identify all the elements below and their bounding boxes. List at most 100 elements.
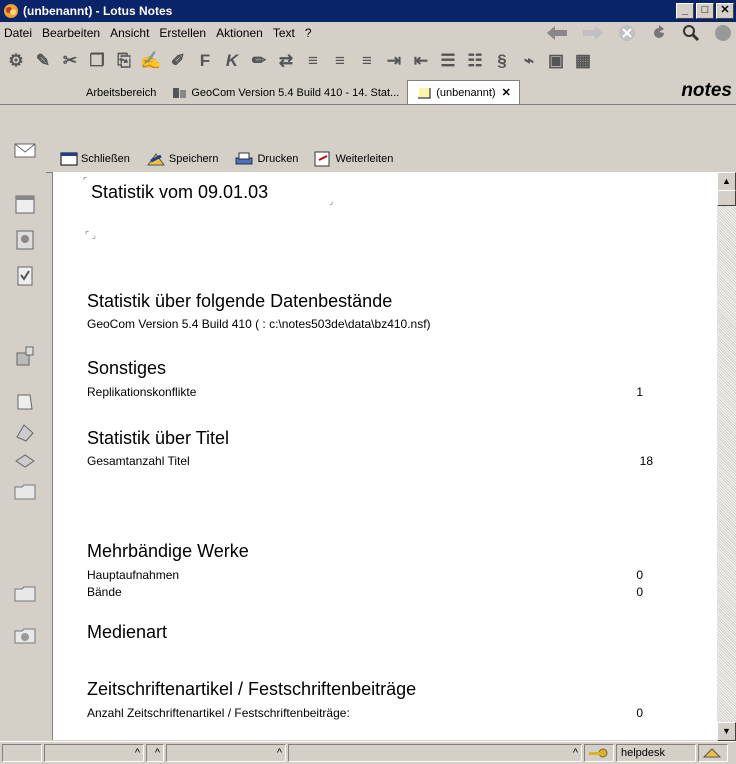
stop-icon[interactable] <box>618 24 636 42</box>
folder-icon[interactable] <box>13 480 37 504</box>
close-button[interactable]: ✕ <box>716 3 734 19</box>
minimize-button[interactable]: _ <box>676 3 694 19</box>
scroll-down-icon[interactable]: ▼ <box>717 722 736 741</box>
close-document-icon <box>60 152 78 166</box>
indent-icon[interactable]: ⇥ <box>383 50 405 72</box>
status-pane[interactable]: ^ <box>44 744 144 762</box>
status-pane[interactable]: ^ <box>166 744 286 762</box>
menu-text[interactable]: Text <box>269 26 301 40</box>
align-left-icon[interactable]: ≡ <box>302 50 324 72</box>
menu-erstellen[interactable]: Erstellen <box>155 26 212 40</box>
tab-label: (unbenannt) <box>436 86 496 99</box>
save-button[interactable]: Speichern <box>146 151 218 167</box>
refresh-icon[interactable] <box>650 24 668 42</box>
section-icon[interactable]: § <box>491 50 513 72</box>
link-icon[interactable]: ⌁ <box>518 50 540 72</box>
outdent-icon[interactable]: ⇤ <box>410 50 432 72</box>
italic-icon[interactable]: K <box>221 50 243 72</box>
stat-value-hauptaufnahmen: 0 <box>636 568 643 582</box>
save-icon <box>146 153 165 166</box>
search-icon[interactable] <box>682 24 700 42</box>
status-pane[interactable]: ^ <box>146 744 164 762</box>
maximize-button[interactable]: □ <box>696 3 714 19</box>
document-title: Statistik vom 09.01.03 <box>91 182 269 202</box>
scroll-up-icon[interactable]: ▲ <box>717 172 736 191</box>
lotus-notes-icon <box>4 4 18 18</box>
menu-help[interactable]: ? <box>301 26 318 40</box>
spellcheck-icon[interactable]: ▣ <box>545 50 567 72</box>
back-arrow-icon[interactable] <box>546 25 568 41</box>
window-title: (unbenannt) - Lotus Notes <box>23 4 173 18</box>
globe-icon[interactable] <box>714 24 732 42</box>
status-pane[interactable] <box>2 744 42 762</box>
database-icon <box>173 88 187 98</box>
menu-aktionen[interactable]: Aktionen <box>212 26 269 40</box>
menu-bar: Datei Bearbeiten Ansicht Erstellen Aktio… <box>0 22 736 44</box>
title-bar: (unbenannt) - Lotus Notes _ □ ✕ <box>0 0 736 22</box>
section-heading-sonstiges: Sonstiges <box>87 358 167 378</box>
bookmark-bar <box>0 104 46 742</box>
empty-field-marker: ⌜ ⌟ <box>85 230 96 240</box>
address-book-icon[interactable] <box>13 228 37 252</box>
calendar-icon[interactable] <box>13 192 37 216</box>
section-heading-mehrbaendige-werke: Mehrbändige Werke <box>87 541 249 561</box>
paste-icon[interactable]: ⎘ <box>113 50 135 72</box>
replicator-icon[interactable] <box>13 344 37 368</box>
vertical-scrollbar[interactable]: ▲ ▼ <box>717 172 736 741</box>
formatting-toolbar: ⚙ ✎ ✂ ❐ ⎘ ✍ ✐ F K ✏ ⇄ ≡ ≡ ≡ ⇥ ⇤ ☰ ☷ § ⌁ … <box>0 44 736 78</box>
user-name[interactable]: helpdesk <box>616 744 696 762</box>
tab-close-icon[interactable]: ✕ <box>502 86 511 99</box>
server-icon[interactable] <box>698 744 728 762</box>
folder-icon[interactable] <box>13 582 37 606</box>
table-icon[interactable]: ▦ <box>572 50 594 72</box>
print-button[interactable]: Drucken <box>234 151 298 167</box>
tab-geocom-statistik[interactable]: GeoCom Version 5.4 Build 410 - 14. Stat.… <box>164 82 407 104</box>
bold-icon[interactable]: F <box>194 50 216 72</box>
align-center-icon[interactable]: ≡ <box>329 50 351 72</box>
stat-label-replikationskonflikte: Replikationskonflikte <box>87 385 197 399</box>
mail-icon[interactable] <box>13 138 37 162</box>
document-icon <box>418 87 431 98</box>
menu-ansicht[interactable]: Ansicht <box>106 26 155 40</box>
notes-logo: notes <box>681 80 732 101</box>
stat-label-zeitschriftenartikel: Anzahl Zeitschriftenartikel / Festschrif… <box>87 706 350 720</box>
internet-folder-icon[interactable] <box>13 624 37 648</box>
stat-label-hauptaufnahmen: Hauptaufnahmen <box>87 568 180 582</box>
menu-datei[interactable]: Datei <box>0 26 38 40</box>
tab-arbeitsbereich[interactable]: Arbeitsbereich <box>78 82 164 104</box>
todo-icon[interactable] <box>13 264 37 288</box>
tab-unbenannt[interactable]: (unbenannt) ✕ <box>407 80 520 104</box>
databases-icon[interactable] <box>13 420 37 444</box>
paperclip-icon[interactable]: ✐ <box>167 50 189 72</box>
more-bookmarks-icon[interactable] <box>13 448 37 472</box>
key-icon[interactable] <box>584 744 614 762</box>
menu-bearbeiten[interactable]: Bearbeiten <box>38 26 106 40</box>
section-heading-titel: Statistik über Titel <box>87 428 230 448</box>
highlighter-icon[interactable]: ✏ <box>248 50 270 72</box>
status-bar: ^ ^ ^ ^ helpdesk <box>0 741 736 764</box>
numbered-list-icon[interactable]: ☷ <box>464 50 486 72</box>
navigation-buttons <box>546 24 732 42</box>
scrollbar-thumb[interactable] <box>717 190 736 206</box>
bullet-list-icon[interactable]: ☰ <box>437 50 459 72</box>
scissors-icon[interactable]: ✂ <box>59 50 81 72</box>
status-pane[interactable]: ^ <box>288 744 582 762</box>
stat-label-gesamtanzahl-titel: Gesamtanzahl Titel <box>87 454 190 468</box>
stat-label-baende: Bände <box>87 585 122 599</box>
close-document-button[interactable]: Schließen <box>60 152 130 166</box>
tab-label: GeoCom Version 5.4 Build 410 - 14. Stat.… <box>191 87 400 99</box>
format-painter-icon[interactable]: ✍ <box>140 50 162 72</box>
database-path: GeoCom Version 5.4 Build 410 ( : c:\note… <box>87 317 431 331</box>
stat-value-baende: 0 <box>636 585 643 599</box>
align-right-icon[interactable]: ≡ <box>356 50 378 72</box>
window-tabs: Arbeitsbereich GeoCom Version 5.4 Build … <box>0 78 736 105</box>
edit-document-icon[interactable]: ✎ <box>32 50 54 72</box>
favorites-icon[interactable] <box>13 390 37 414</box>
document-body: ⌜ Statistik vom 09.01.03 ⌟ ⌜ ⌟ Statistik… <box>52 172 717 740</box>
forward-button[interactable]: Weiterleiten <box>314 151 393 167</box>
text-color-icon[interactable]: ⇄ <box>275 50 297 72</box>
forward-arrow-icon[interactable] <box>582 25 604 41</box>
copy-icon[interactable]: ❐ <box>86 50 108 72</box>
print-label: Drucken <box>257 153 299 165</box>
gear-icon[interactable]: ⚙ <box>5 50 27 72</box>
